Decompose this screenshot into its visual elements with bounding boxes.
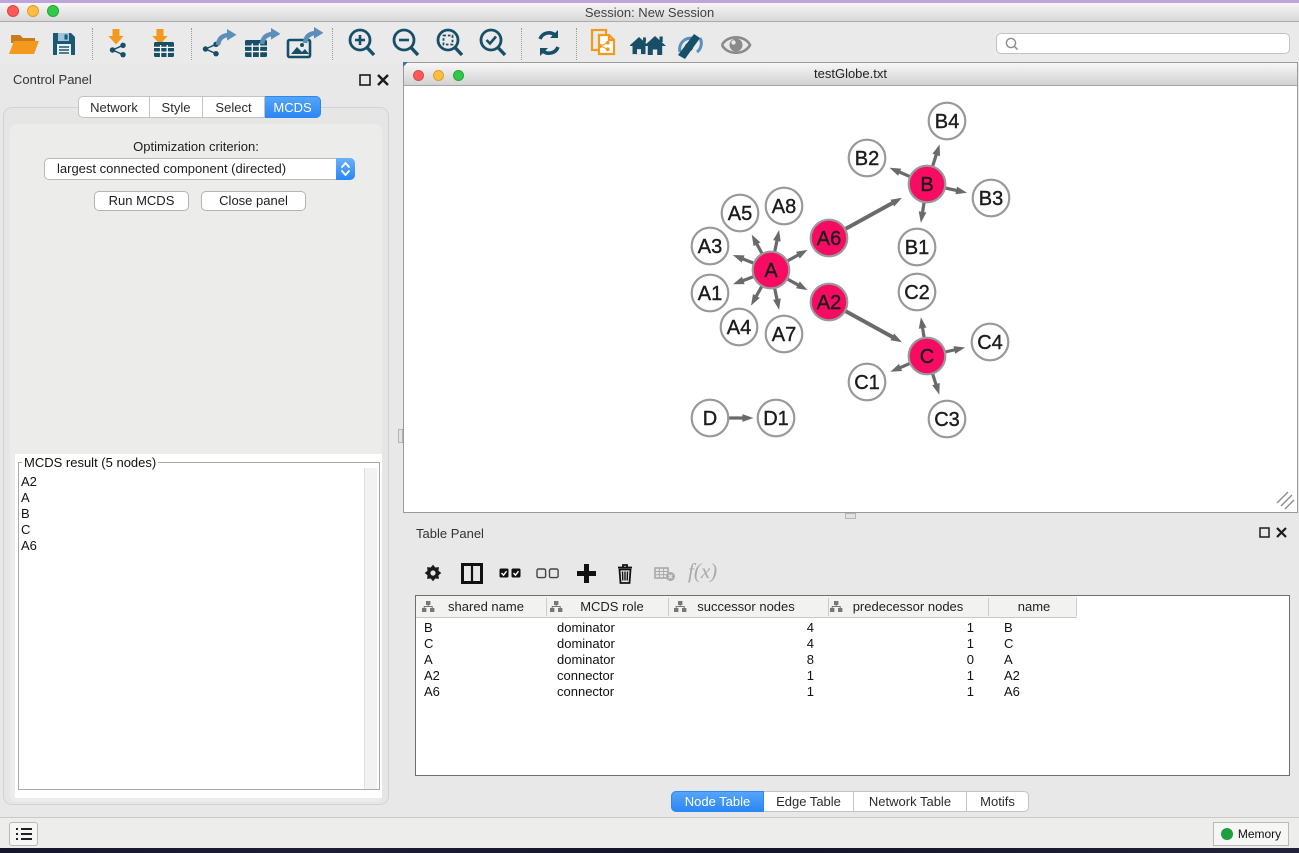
svg-text:B3: B3 xyxy=(979,188,1003,210)
svg-text:B: B xyxy=(920,174,933,196)
svg-text:A4: A4 xyxy=(727,317,751,339)
svg-text:D1: D1 xyxy=(763,408,789,430)
svg-text:C4: C4 xyxy=(977,332,1003,354)
svg-text:A7: A7 xyxy=(772,324,796,346)
svg-text:A1: A1 xyxy=(698,283,722,305)
svg-text:C: C xyxy=(920,346,934,368)
svg-text:A6: A6 xyxy=(817,228,841,250)
svg-text:C3: C3 xyxy=(934,409,960,431)
svg-text:B1: B1 xyxy=(905,237,929,259)
svg-text:A: A xyxy=(764,260,778,282)
svg-text:A2: A2 xyxy=(817,292,841,314)
svg-text:B4: B4 xyxy=(935,111,959,133)
svg-text:B2: B2 xyxy=(855,148,879,170)
svg-text:C2: C2 xyxy=(904,282,930,304)
svg-text:A8: A8 xyxy=(772,196,796,218)
svg-text:C1: C1 xyxy=(854,372,880,394)
svg-text:A3: A3 xyxy=(698,236,722,258)
svg-text:A5: A5 xyxy=(728,203,752,225)
svg-text:D: D xyxy=(703,408,717,430)
